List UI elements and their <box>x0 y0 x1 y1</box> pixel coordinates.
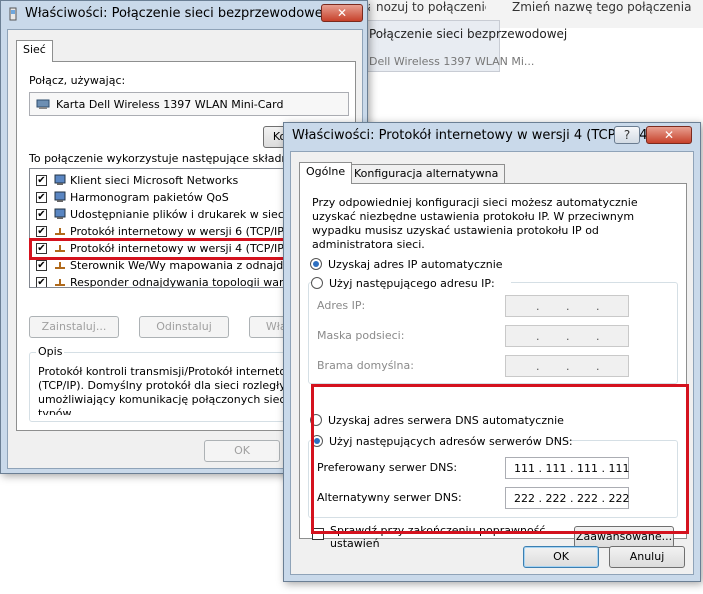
uninstall-button[interactable]: Odinstaluj <box>139 316 229 338</box>
connection-card[interactable]: Połączenie sieci bezprzewodowej Dell Wir… <box>360 20 567 72</box>
component-label: Klient sieci Microsoft Networks <box>70 174 239 187</box>
dns-section-highlight <box>311 384 689 534</box>
component-checkbox[interactable]: ✔ <box>36 277 47 287</box>
component-checkbox[interactable]: ✔ <box>36 192 47 203</box>
ipv4-properties-window: Właściwości: Protokół internetowy w wers… <box>283 122 701 582</box>
tab-network[interactable]: Sieć <box>16 40 53 62</box>
qos-scheduler-icon <box>54 191 66 206</box>
ip-auto-label: Uzyskaj adres IP automatycznie <box>328 258 503 271</box>
component-checkbox[interactable]: ✔ <box>36 226 47 237</box>
help-button[interactable]: ? <box>614 126 640 144</box>
manual-ip-group: Użyj następującego adresu IP: Adres IP: … <box>308 275 678 384</box>
cancel-button[interactable]: Anuluj <box>609 546 685 568</box>
default-gateway-field[interactable]: ... <box>505 355 629 377</box>
ip-manual-label: Użyj następującego adresu IP: <box>329 277 495 290</box>
window-icon <box>6 7 20 21</box>
component-checkbox[interactable]: ✔ <box>36 209 47 220</box>
tab-general[interactable]: Ogólne <box>299 162 353 184</box>
ok-button[interactable]: OK <box>204 440 280 462</box>
connection-card-device: Dell Wireless 1397 WLAN Mi... <box>369 55 535 68</box>
close-button[interactable]: ✕ <box>646 126 692 144</box>
ok-button[interactable]: OK <box>523 546 599 568</box>
component-label: Harmonogram pakietów QoS <box>70 191 229 204</box>
toolbar-item-diagnose[interactable]: nozuj to połączenie <box>376 0 486 14</box>
ip-manual-option[interactable]: Użyj następującego adresu IP: <box>311 275 511 291</box>
default-gateway-label: Brama domyślna: <box>317 359 414 372</box>
network-client-icon <box>54 174 66 189</box>
subnet-mask-label: Maska podsieci: <box>317 329 405 342</box>
component-label: Protokół internetowy w wersji 6 (TCP/IPv… <box>70 225 302 238</box>
validate-label-line2: ustawień <box>330 537 380 550</box>
component-checkbox[interactable]: ✔ <box>36 260 47 271</box>
components-label: To połączenie wykorzystuje następujące s… <box>29 152 305 165</box>
intro-text: Przy odpowiedniej konfiguracji sieci moż… <box>312 196 638 251</box>
window-title: Właściwości: Połączenie sieci bezprzewod… <box>25 6 327 21</box>
connect-using-label: Połącz, używając: <box>29 74 126 87</box>
protocol-icon <box>54 276 66 287</box>
ip-address-field[interactable]: ... <box>505 295 629 317</box>
ip-auto-radio[interactable] <box>310 258 322 270</box>
ip-manual-radio[interactable] <box>311 277 323 289</box>
ip-address-label: Adres IP: <box>317 299 366 312</box>
description-legend: Opis <box>36 345 65 358</box>
file-sharing-icon <box>54 208 66 223</box>
subnet-mask-field[interactable]: ... <box>505 325 629 347</box>
network-adapter-icon <box>36 98 50 113</box>
tab-alternate-configuration[interactable]: Konfiguracja alternatywna <box>347 164 506 184</box>
ip-auto-option[interactable]: Uzyskaj adres IP automatycznie <box>310 256 676 274</box>
ipv4-highlight <box>29 238 287 260</box>
window-body: Ogólne Konfiguracja alternatywna Przy od… <box>290 151 694 575</box>
component-checkbox[interactable]: ✔ <box>36 175 47 186</box>
window-title: Właściwości: Protokół internetowy w wers… <box>292 128 653 143</box>
close-button[interactable]: ✕ <box>321 4 363 22</box>
adapter-box: Karta Dell Wireless 1397 WLAN Mini-Card <box>29 92 349 116</box>
install-button[interactable]: Zainstaluj... <box>29 316 119 338</box>
protocol-icon <box>54 259 66 274</box>
adapter-name: Karta Dell Wireless 1397 WLAN Mini-Card <box>56 98 284 111</box>
connection-card-name: Połączenie sieci bezprzewodowej <box>369 27 568 41</box>
toolbar-item-rename[interactable]: Zmień nazwę tego połączenia <box>512 0 703 14</box>
